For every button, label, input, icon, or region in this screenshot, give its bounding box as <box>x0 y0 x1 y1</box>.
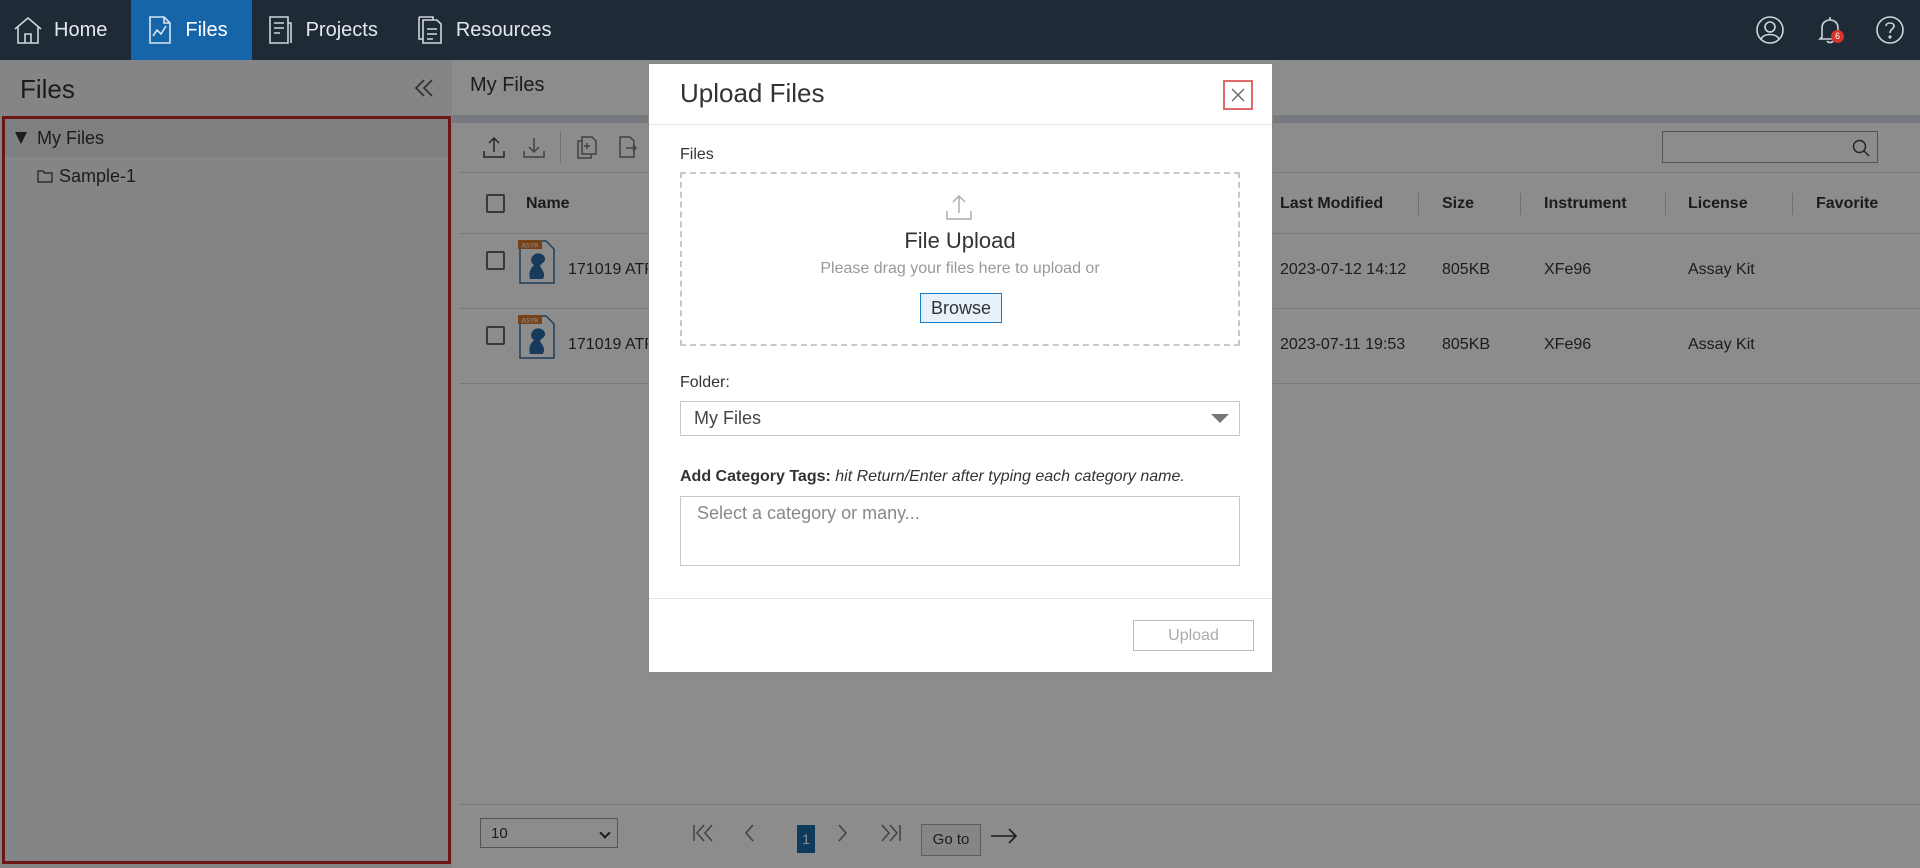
upload-icon <box>946 195 972 220</box>
browse-button[interactable]: Browse <box>920 293 1002 323</box>
dialog-footer-divider <box>649 598 1272 599</box>
upload-button[interactable]: Upload <box>1133 620 1254 651</box>
nav-home[interactable]: Home <box>0 0 131 60</box>
nav-projects[interactable]: Projects <box>252 0 402 60</box>
home-icon <box>8 10 48 50</box>
dialog-title: Upload Files <box>680 78 825 108</box>
close-icon <box>1231 88 1245 102</box>
files-label: Files <box>680 146 714 163</box>
user-account-icon[interactable] <box>1740 0 1800 60</box>
dropzone-title: File Upload <box>904 228 1016 253</box>
resources-icon <box>410 10 450 50</box>
top-nav: Home Files Projects Resources 6 <box>0 0 1920 60</box>
dropzone-hint: Please drag your files here to upload or <box>820 260 1100 277</box>
upload-files-dialog: Upload Files Files File Upload Please dr… <box>648 63 1273 673</box>
category-tags-hint: hit Return/Enter after typing each categ… <box>835 468 1185 485</box>
folder-select-value: My Files <box>694 408 761 428</box>
nav-files[interactable]: Files <box>131 0 252 60</box>
nav-home-label: Home <box>54 18 108 41</box>
projects-icon <box>260 10 300 50</box>
dropdown-arrow-icon <box>1211 414 1229 423</box>
category-tags-label: Add Category Tags: hit Return/Enter afte… <box>680 468 1185 486</box>
nav-resources-label: Resources <box>455 18 552 41</box>
category-tags-input[interactable]: Select a category or many... <box>680 496 1240 566</box>
file-dropzone[interactable]: File Upload Please drag your files here … <box>680 172 1240 346</box>
notifications-bell-icon[interactable]: 6 <box>1800 0 1860 60</box>
dialog-header-divider <box>649 124 1272 125</box>
category-tags-label-bold: Add Category Tags: <box>680 468 831 485</box>
nav-projects-label: Projects <box>305 18 378 41</box>
nav-resources[interactable]: Resources <box>402 0 576 60</box>
folder-select[interactable]: My Files <box>680 401 1240 436</box>
nav-files-label: Files <box>185 18 228 41</box>
notification-count-badge: 6 <box>1831 30 1844 43</box>
help-icon[interactable] <box>1860 0 1920 60</box>
folder-label: Folder: <box>680 374 730 391</box>
close-button[interactable] <box>1223 80 1253 110</box>
files-chart-icon <box>139 10 179 50</box>
